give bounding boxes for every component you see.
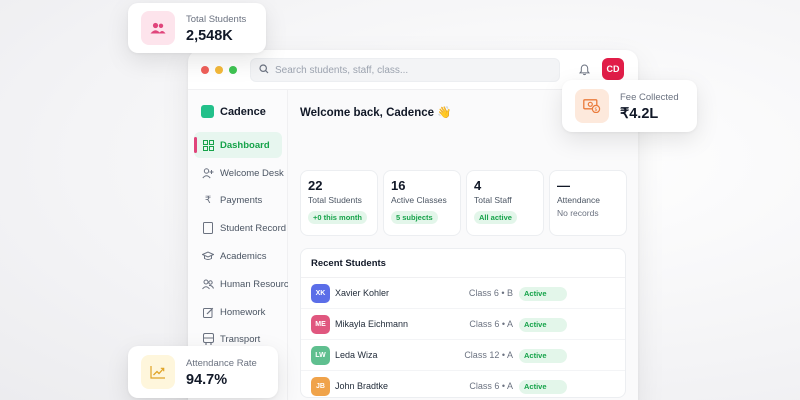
stat-badge: 5 subjects xyxy=(391,211,438,224)
sidebar-item-homework[interactable]: Homework xyxy=(194,299,282,325)
student-avatar: LW xyxy=(311,346,330,365)
student-avatar: XK xyxy=(311,284,330,303)
attendance-rate-card: Attendance Rate 94.7% xyxy=(128,346,278,398)
student-class: Class 6 • B xyxy=(468,288,513,298)
search-input[interactable] xyxy=(275,64,545,76)
student-name: John Bradtke xyxy=(335,381,389,391)
stat-value: 4 xyxy=(474,178,482,193)
sidebar-item-academics[interactable]: Academics xyxy=(194,243,282,269)
table-row[interactable]: JB John Bradtke Class 6 • A Active xyxy=(301,371,625,397)
stat-value: — xyxy=(557,178,570,193)
sidebar-item-welcome-desk[interactable]: Welcome Desk xyxy=(194,160,284,186)
brand[interactable]: Cadence xyxy=(201,105,266,118)
student-avatar: ME xyxy=(311,315,330,334)
sidebar-item-label: Transport xyxy=(220,333,261,345)
fee-collected-card: $ Fee Collected ₹4.2L xyxy=(562,80,697,132)
stat-badge: All active xyxy=(474,211,517,224)
stat-value: 16 xyxy=(391,178,406,193)
stat-badge: +0 this month xyxy=(308,211,367,224)
stat-card-attendance[interactable]: — Attendance No records xyxy=(549,170,627,236)
stat-card-total-staff[interactable]: 4 Total Staff All active xyxy=(466,170,544,236)
sidebar-item-label: Dashboard xyxy=(220,139,270,151)
brand-name: Cadence xyxy=(220,105,266,118)
attendance-rate-label: Attendance Rate xyxy=(186,358,257,369)
fee-collected-value: ₹4.2L xyxy=(620,106,659,122)
student-class: Class 6 • A xyxy=(469,381,513,391)
attendance-rate-value: 94.7% xyxy=(186,372,228,388)
table-row[interactable]: LW Leda Wiza Class 12 • A Active xyxy=(301,340,625,371)
main-content: Welcome back, Cadence 👋 22 Total Student… xyxy=(288,90,638,400)
file-icon xyxy=(202,222,214,234)
student-name: Mikayla Eichmann xyxy=(335,319,409,329)
student-class: Class 6 • A xyxy=(469,319,513,329)
bell-icon[interactable] xyxy=(576,62,592,78)
status-badge: Active xyxy=(519,287,567,301)
search-icon xyxy=(259,61,269,79)
stat-card-active-classes[interactable]: 16 Active Classes 5 subjects xyxy=(383,170,461,236)
total-students-label: Total Students xyxy=(186,14,247,25)
status-badge: Active xyxy=(519,380,567,394)
window-maximize-dot[interactable] xyxy=(229,66,237,74)
status-badge: Active xyxy=(519,349,567,363)
status-badge: Active xyxy=(519,318,567,332)
sidebar-item-payments[interactable]: ₹ Payments xyxy=(194,187,282,213)
sidebar-item-label: Homework xyxy=(220,306,266,318)
student-name: Leda Wiza xyxy=(335,350,378,360)
fee-collected-label: Fee Collected xyxy=(620,92,679,103)
grid-icon xyxy=(202,139,214,151)
sidebar-item-label: Welcome Desk xyxy=(220,167,284,179)
table-row[interactable]: XK Xavier Kohler Class 6 • B Active xyxy=(301,278,625,309)
stat-subtext: No records xyxy=(557,208,599,218)
money-icon: $ xyxy=(575,89,609,123)
sidebar-item-label: Human Resource xyxy=(220,278,294,290)
recent-students-panel: Recent Students XK Xavier Kohler Class 6… xyxy=(300,248,626,398)
sidebar-item-human-resource[interactable]: Human Resource xyxy=(194,271,294,297)
people-icon xyxy=(202,278,214,290)
user-plus-icon xyxy=(202,167,214,179)
sidebar-item-label: Student Record xyxy=(220,222,287,234)
edit-icon xyxy=(202,306,214,318)
total-students-card: Total Students 2,548K xyxy=(128,3,266,53)
trend-up-icon xyxy=(141,355,175,389)
window-close-dot[interactable] xyxy=(201,66,209,74)
welcome-heading: Welcome back, Cadence 👋 xyxy=(300,107,452,119)
stat-label: Active Classes xyxy=(391,195,447,205)
student-class: Class 12 • A xyxy=(464,350,513,360)
sidebar-item-dashboard[interactable]: Dashboard xyxy=(194,132,282,158)
window-minimize-dot[interactable] xyxy=(215,66,223,74)
stat-label: Attendance xyxy=(557,195,601,205)
stat-label: Total Staff xyxy=(474,195,512,205)
sidebar-item-label: Academics xyxy=(220,250,267,262)
bus-icon xyxy=(202,333,214,345)
sidebar-item-student-record[interactable]: Student Record xyxy=(194,215,286,241)
student-avatar: JB xyxy=(311,377,330,396)
rupee-icon: ₹ xyxy=(204,194,212,206)
stat-label: Total Students xyxy=(308,195,362,205)
recent-students-title: Recent Students xyxy=(311,258,386,269)
stat-value: 22 xyxy=(308,178,323,193)
brand-logo-icon xyxy=(201,105,214,118)
stat-card-total-students[interactable]: 22 Total Students +0 this month xyxy=(300,170,378,236)
sidebar-item-label: Payments xyxy=(220,194,263,206)
svg-text:$: $ xyxy=(594,107,597,113)
student-name: Xavier Kohler xyxy=(335,288,390,298)
user-avatar[interactable]: CD xyxy=(602,58,624,80)
graduation-cap-icon xyxy=(202,250,214,262)
users-icon xyxy=(141,11,175,45)
search-box[interactable] xyxy=(250,58,560,82)
total-students-value: 2,548K xyxy=(186,28,233,44)
table-row[interactable]: ME Mikayla Eichmann Class 6 • A Active xyxy=(301,309,625,340)
